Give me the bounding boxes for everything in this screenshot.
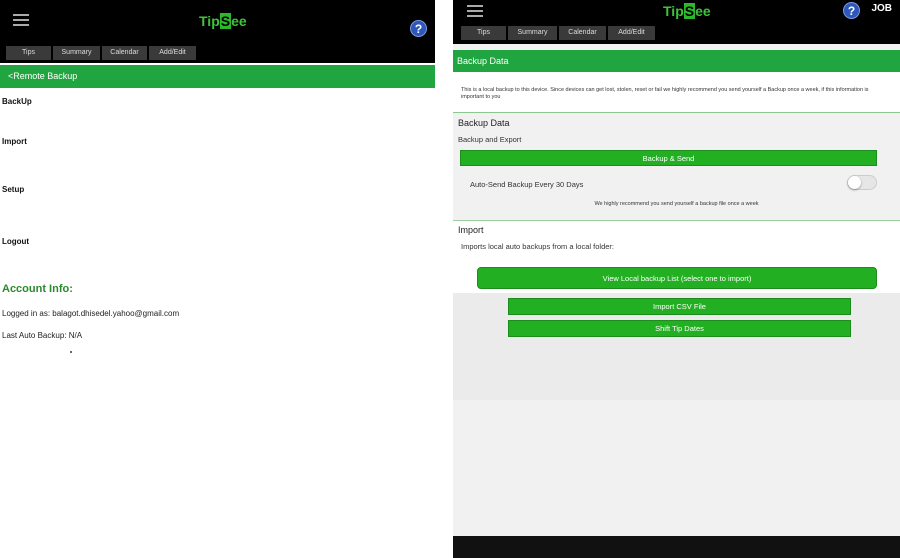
backup-export-label: Backup and Export [458, 135, 522, 144]
auto-send-label: Auto-Send Backup Every 30 Days [470, 180, 584, 189]
backup-data-header: Backup Data [453, 50, 900, 72]
tab-tips[interactable]: Tips [461, 26, 507, 40]
tab-summary[interactable]: Summary [53, 46, 101, 60]
right-tab-bar: Tips Summary Calendar Add/Edit [453, 22, 900, 44]
logged-in-as: Logged in as: balagot.dhisedel.yahoo@gma… [2, 309, 180, 318]
menu-item-logout[interactable]: Logout [2, 237, 29, 246]
left-tab-bar: Tips Summary Calendar Add/Edit [0, 43, 435, 63]
import-section: Import Imports local auto backups from a… [453, 221, 900, 293]
toggle-knob [848, 176, 861, 189]
import-title: Import [458, 225, 484, 235]
last-auto-backup: Last Auto Backup: N/A [2, 331, 83, 340]
left-screen: TipSee ? Tips Summary Calendar Add/Edit … [0, 0, 435, 558]
backup-send-button[interactable]: Backup & Send [460, 150, 877, 166]
left-top-bar: TipSee ? [0, 0, 435, 43]
view-local-backup-list-button[interactable]: View Local backup List (select one to im… [477, 267, 877, 289]
backup-data-title: Backup Data [458, 118, 510, 128]
right-top-bar: TipSee ? JOB [453, 0, 900, 22]
job-button[interactable]: JOB [871, 3, 892, 14]
import-description: Imports local auto backups from a local … [461, 242, 614, 251]
help-icon[interactable]: ? [410, 20, 427, 37]
app-logo: TipSee [199, 13, 247, 29]
auto-send-toggle[interactable] [847, 175, 877, 190]
help-icon[interactable]: ? [843, 2, 860, 19]
backup-notice: This is a local backup to this device. S… [453, 72, 900, 113]
app-logo: TipSee [663, 3, 711, 19]
backup-notice-text: This is a local backup to this device. S… [461, 87, 869, 100]
menu-item-import[interactable]: Import [2, 137, 27, 146]
tab-tips[interactable]: Tips [6, 46, 52, 60]
menu-icon[interactable] [467, 5, 483, 17]
backup-recommend-note: We highly recommend you send yourself a … [594, 201, 759, 207]
remote-backup-back-link[interactable]: <Remote Backup [0, 65, 435, 88]
menu-item-setup[interactable]: Setup [2, 185, 24, 194]
tab-add-edit[interactable]: Add/Edit [149, 46, 197, 60]
tab-calendar[interactable]: Calendar [102, 46, 148, 60]
bottom-bar [453, 536, 900, 558]
shift-tip-dates-button[interactable]: Shift Tip Dates [508, 320, 851, 337]
account-info-title: Account Info: [2, 283, 73, 295]
menu-icon[interactable] [13, 14, 29, 26]
right-screen: TipSee ? JOB Tips Summary Calendar Add/E… [453, 0, 900, 558]
menu-item-backup[interactable]: BackUp [2, 97, 32, 106]
import-actions-area: Import CSV File Shift Tip Dates [453, 293, 900, 400]
tab-add-edit[interactable]: Add/Edit [608, 26, 656, 40]
decorative-dot [70, 351, 72, 353]
tab-summary[interactable]: Summary [508, 26, 558, 40]
tab-calendar[interactable]: Calendar [559, 26, 607, 40]
import-csv-button[interactable]: Import CSV File [508, 298, 851, 315]
